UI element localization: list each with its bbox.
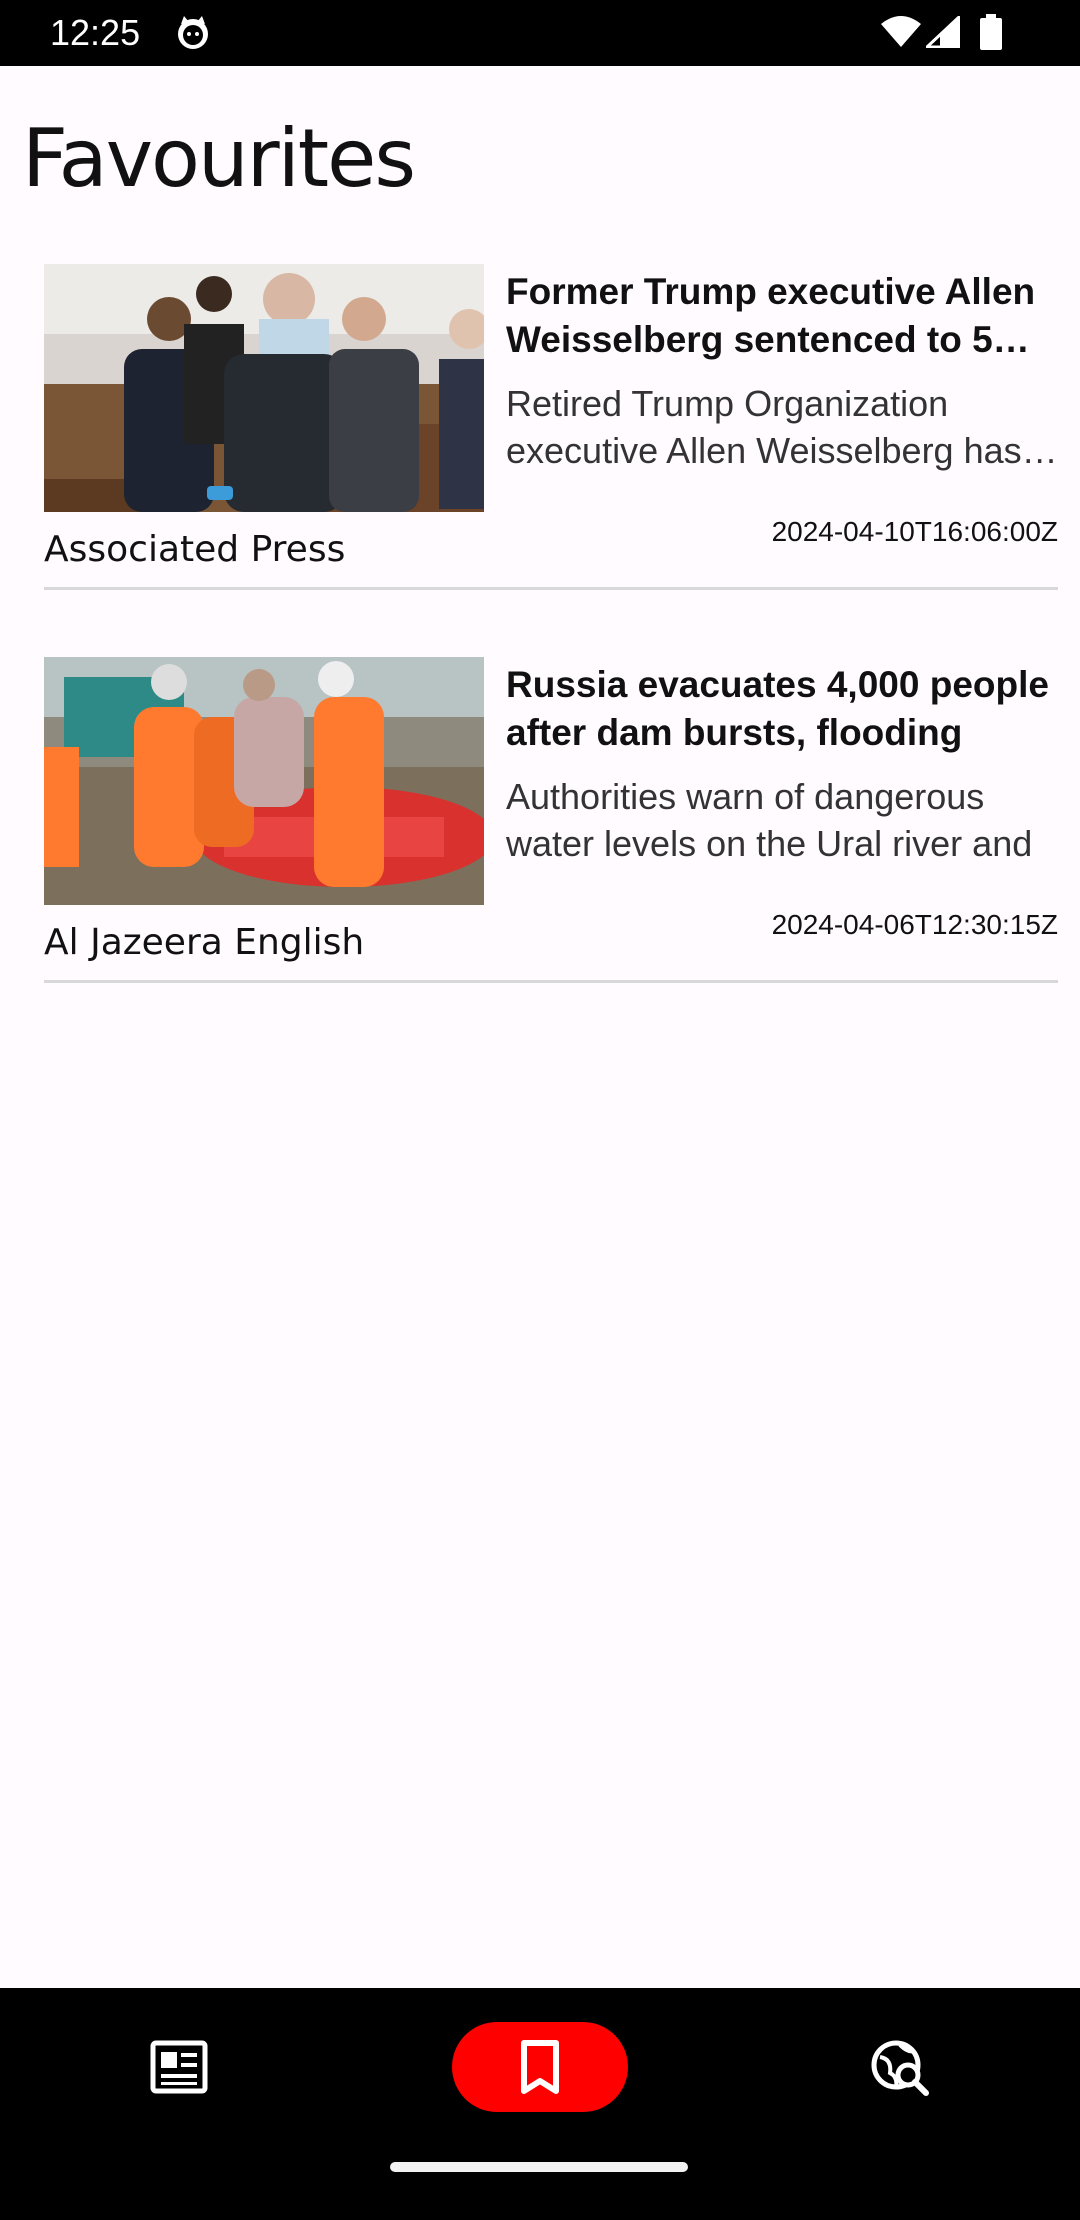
status-time: 12:25 (50, 12, 141, 53)
article-headline: Russia evacuates 4,000 people after dam … (506, 664, 1049, 753)
article-date: 2024-04-10T16:06:00Z (771, 516, 1058, 547)
signal-icon (926, 16, 960, 48)
article-summary: Authorities warn of dangerous water leve… (506, 776, 1033, 864)
article-source: Al Jazeera English (44, 922, 365, 963)
newspaper-icon (150, 2040, 208, 2094)
nav-item-headlines[interactable] (91, 2022, 267, 2112)
cat-icon (178, 16, 208, 49)
battery-icon (980, 14, 1002, 50)
bookmark-icon (521, 2040, 559, 2094)
article-summary: Retired Trump Organization executive All… (506, 383, 1022, 471)
divider (44, 587, 1058, 590)
divider (44, 980, 1058, 983)
bottom-navigation (0, 1988, 1080, 2220)
travel-explore-icon (871, 2040, 929, 2096)
page-title: Favourites (22, 112, 416, 205)
wifi-icon (881, 16, 921, 47)
nav-item-explore[interactable] (812, 2022, 988, 2112)
article-date: 2024-04-06T12:30:15Z (771, 909, 1058, 940)
article-image (44, 657, 484, 905)
article-card[interactable]: Former Trump executive Allen Weisselberg… (44, 264, 1058, 614)
article-image (44, 264, 484, 512)
nav-item-favourites[interactable] (452, 2022, 628, 2112)
article-card[interactable]: Russia evacuates 4,000 people after dam … (44, 657, 1058, 1007)
gesture-handle[interactable] (390, 2162, 688, 2172)
status-bar: 12:25 (0, 0, 1080, 66)
article-headline: Former Trump executive Allen Weisselberg… (506, 271, 1036, 360)
article-source: Associated Press (44, 529, 346, 570)
